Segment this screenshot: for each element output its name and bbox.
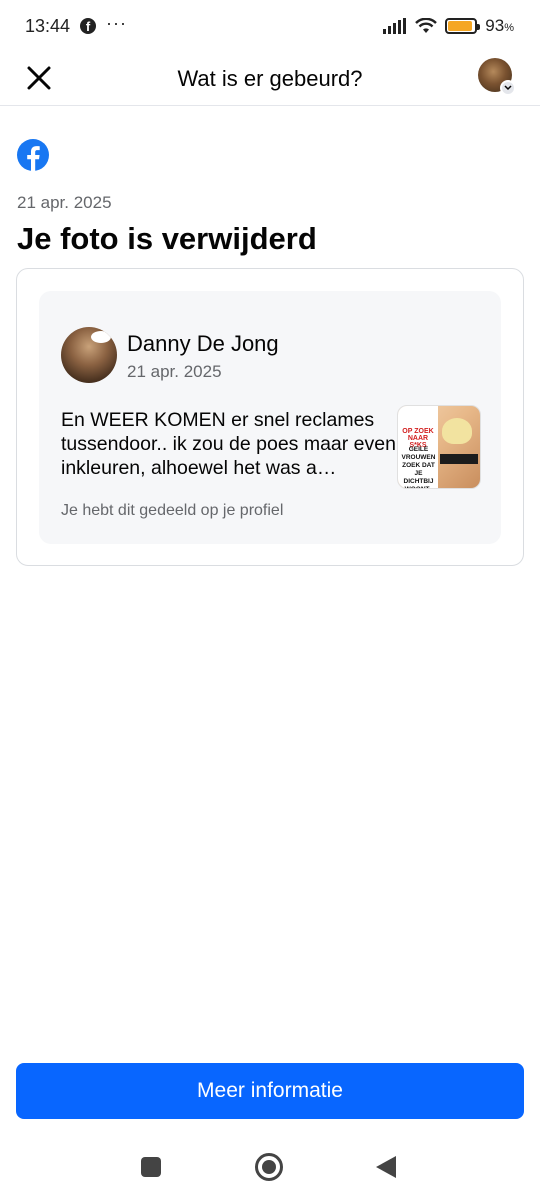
facebook-logo-icon: [17, 139, 49, 171]
status-left: 13:44 f ···: [25, 12, 128, 37]
square-icon[interactable]: [141, 1157, 161, 1177]
battery-level: [448, 21, 473, 31]
battery-icon: [445, 18, 481, 34]
shared-note: Je hebt dit gedeeld op je profiel: [61, 502, 284, 519]
page-title: Wat is er gebeurd?: [177, 65, 363, 91]
status-bar: 13:44 f ··· 93%: [0, 0, 540, 52]
notice-date: 21 apr. 2025: [17, 193, 112, 212]
chevron-down-icon: [500, 80, 516, 96]
thumbnail-figure: [442, 418, 472, 444]
system-nav-bar: [0, 1136, 540, 1200]
post-text: En WEER KOMEN er snel reclames tussendoo…: [61, 409, 396, 479]
speech-bubble-icon: [91, 331, 111, 343]
wifi-icon: [415, 18, 438, 33]
more-info-button[interactable]: Meer informatie: [16, 1063, 524, 1119]
post-preview[interactable]: Danny De Jong 21 apr. 2025 En WEER KOMEN…: [39, 291, 501, 544]
author-avatar: [61, 327, 117, 383]
status-right: 93%: [383, 16, 514, 36]
post-author: Danny De Jong: [127, 331, 279, 356]
thumbnail-black-text: GEILE VROUWEN ZOEK DAT JE DICHTBIJ WOONT…: [401, 446, 436, 488]
battery-percent: 93%: [485, 16, 514, 35]
more-notifications-icon: ···: [106, 12, 128, 33]
close-icon: [27, 66, 51, 90]
thumbnail-censor-bar: [440, 454, 478, 464]
notice-headline: Je foto is verwijderd: [17, 221, 317, 256]
top-bar: Wat is er gebeurd?: [0, 52, 540, 106]
circle-home-icon[interactable]: [255, 1153, 283, 1181]
post-thumbnail: OP ZOEK NAAR S*KS GEILE VROUWEN ZOEK DAT…: [397, 405, 481, 489]
removed-post-card: Danny De Jong 21 apr. 2025 En WEER KOMEN…: [16, 268, 524, 566]
status-time: 13:44: [25, 15, 71, 36]
facebook-notification-icon: f: [80, 18, 97, 34]
close-button[interactable]: [22, 61, 56, 95]
triangle-back-icon[interactable]: [376, 1156, 396, 1178]
post-date: 21 apr. 2025: [127, 362, 222, 381]
profile-switcher-button[interactable]: [478, 58, 516, 96]
thumbnail-red-text: OP ZOEK NAAR S*KS: [402, 428, 434, 449]
signal-icon: [383, 18, 407, 34]
